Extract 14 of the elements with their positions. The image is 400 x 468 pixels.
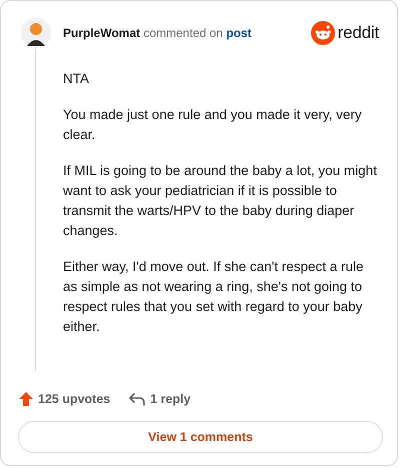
avatar-icon xyxy=(21,18,51,48)
comment-paragraph: Either way, I'd move out. If she can't respect a rule as simple as not wearing a ring, she's not going to respect rules that you set with regard to your baby either. xyxy=(63,258,365,336)
view-comments-button[interactable]: View 1 comments xyxy=(18,421,383,453)
comment-paragraph: You made just one rule and you made it very, very clear. xyxy=(63,106,363,144)
reply-count: 1 reply xyxy=(150,392,191,406)
post-link[interactable]: post xyxy=(226,26,252,40)
comment-paragraph: NTA xyxy=(63,70,90,88)
upvote-icon[interactable] xyxy=(18,391,34,407)
reply-icon[interactable] xyxy=(128,391,146,407)
comment-attribution: PurpleWomat commented on post xyxy=(63,26,252,40)
brand-name: reddit xyxy=(338,23,379,43)
upvote-count: 125 upvotes xyxy=(38,392,110,406)
alien-logo-icon xyxy=(310,21,335,45)
comment-paragraph: If MIL is going to be around the baby a lot, you might want to ask your pediatrician if it is possible to transmit the warts/HPV to the baby during diaper changes. xyxy=(63,162,377,240)
